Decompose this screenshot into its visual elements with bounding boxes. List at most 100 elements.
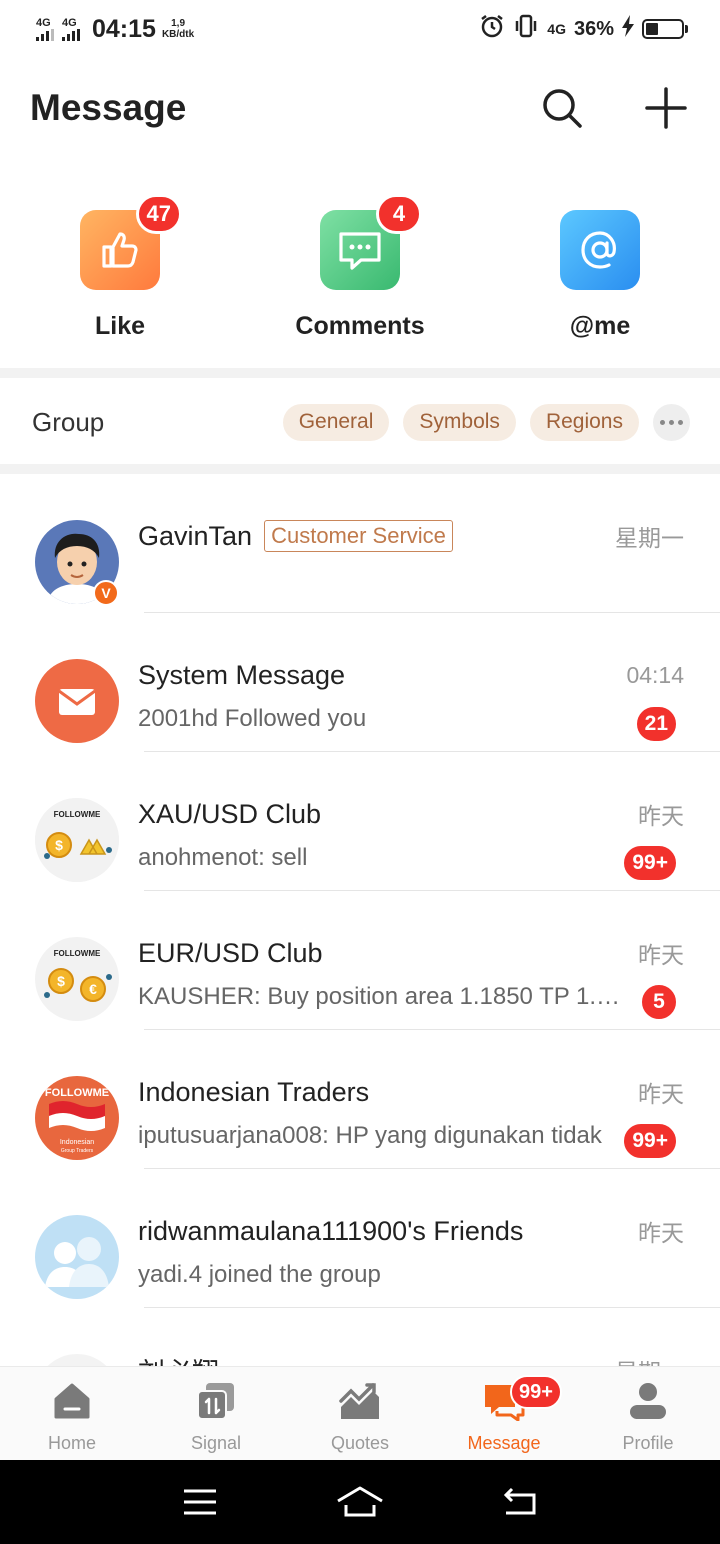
likes-category[interactable]: 47 Like — [0, 190, 240, 360]
vibrate-icon — [513, 13, 539, 45]
chart-icon — [338, 1379, 382, 1423]
conversation-time: 昨天 — [638, 803, 684, 829]
likes-label: Like — [94, 312, 146, 340]
svg-text:$: $ — [55, 837, 63, 853]
status-bar: 4G 4G 04:15 1,9 KB/dtk 4G 36% — [0, 0, 720, 58]
menu-button[interactable] — [170, 1477, 230, 1527]
avatar: FOLLOWME $ € — [35, 937, 119, 1021]
conversation-item[interactable]: FOLLOWME $ € EUR/USD Club 昨天 KAUSHER: Bu… — [0, 891, 720, 1030]
conversation-time: 昨天 — [638, 1220, 684, 1246]
svg-text:Group Traders: Group Traders — [61, 1148, 94, 1154]
unread-count-badge: 99+ — [622, 1122, 678, 1160]
section-divider — [0, 368, 720, 378]
conversation-preview: anohmenot: sell — [138, 844, 308, 871]
search-button[interactable] — [540, 86, 584, 130]
nav-label: Profile — [622, 1433, 674, 1453]
nav-label: Message — [467, 1433, 541, 1453]
page-header: Message — [0, 58, 720, 158]
chip-general[interactable]: General — [282, 403, 390, 441]
conversation-name: GavinTan — [138, 520, 253, 551]
unread-count-badge: 5 — [640, 983, 678, 1021]
conversation-item[interactable]: FOLLOWME $ XAU/USD Club 昨天 anohmenot: se… — [0, 752, 720, 891]
nav-label: Signal — [190, 1433, 242, 1453]
add-button[interactable] — [644, 86, 688, 130]
conversation-name: XAU/USD Club — [138, 798, 322, 829]
at-sign-icon — [560, 210, 640, 290]
home-outline-icon — [337, 1486, 383, 1517]
conversation-time: 04:14 — [626, 661, 684, 688]
conversation-preview: yadi.4 joined the group — [138, 1261, 381, 1288]
thumbs-up-icon: 47 — [80, 194, 182, 290]
more-options-icon[interactable] — [653, 403, 690, 441]
network-type-label: 4G — [62, 16, 77, 29]
conversation-name: EUR/USD Club — [138, 937, 323, 968]
alarm-icon — [479, 13, 505, 45]
conversation-preview: 2001hd Followed you — [138, 705, 367, 732]
battery-percent: 36% — [573, 17, 614, 40]
section-divider — [0, 464, 720, 474]
page-title: Message — [30, 87, 187, 128]
conversation-preview: iputusuarjana008: HP yang digunakan tida… — [138, 1122, 602, 1149]
conversation-item[interactable]: V GavinTan Customer Service 星期一 — [0, 474, 720, 613]
signal-strength-icon-1: 4G — [36, 17, 54, 41]
conversation-name: Indonesian Traders — [138, 1076, 370, 1107]
nav-signal[interactable]: Signal — [144, 1367, 288, 1460]
svg-text:FOLLOWME: FOLLOWME — [54, 949, 101, 958]
nav-profile[interactable]: Profile — [576, 1367, 720, 1460]
conversation-time: 星期一 — [615, 1353, 684, 1366]
conversation-item[interactable]: FOLLOWME Indonesian Group Traders Indone… — [0, 1030, 720, 1169]
unread-count-badge: 21 — [634, 705, 678, 743]
signal-strength-icon-2: 4G — [62, 16, 80, 41]
comments-count-badge: 4 — [376, 194, 422, 234]
avatar — [35, 1215, 119, 1299]
comments-category[interactable]: 4 Comments — [240, 190, 480, 360]
search-icon — [543, 89, 582, 128]
home-button[interactable] — [330, 1477, 390, 1527]
conversation-name: 刘必翔 — [138, 1351, 219, 1367]
nav-label: Home — [47, 1433, 96, 1453]
conversation-preview: KAUSHER: Buy position area 1.1850 TP 1.1… — [138, 983, 632, 1010]
mentions-category[interactable]: @me — [480, 190, 720, 360]
speed-value: 1,9 — [171, 18, 186, 29]
svg-text:$: $ — [57, 973, 65, 989]
home-icon — [50, 1379, 94, 1423]
avatar — [35, 1354, 119, 1366]
bottom-navigation: Home Signal Quotes 99+ Message Profile — [0, 1366, 720, 1460]
conversation-time: 星期一 — [615, 525, 684, 551]
back-icon — [503, 1487, 536, 1515]
status-clock: 04:15 — [92, 14, 156, 43]
conversation-name: System Message — [138, 659, 346, 690]
menu-icon — [184, 1489, 216, 1515]
avatar: FOLLOWME $ — [35, 798, 119, 882]
group-filter-bar: Group General Symbols Regions — [0, 378, 720, 466]
chip-symbols[interactable]: Symbols — [403, 403, 516, 441]
likes-count-badge: 47 — [135, 194, 182, 234]
charging-icon — [622, 15, 634, 43]
message-count-badge: 99+ — [510, 1375, 562, 1409]
svg-text:€: € — [89, 981, 97, 997]
unread-count-badge: 99+ — [622, 844, 678, 882]
customer-service-tag: Customer Service — [264, 520, 453, 552]
svg-text:Indonesian: Indonesian — [60, 1139, 94, 1146]
comment-bubble-icon: 4 — [320, 194, 422, 290]
nav-home[interactable]: Home — [0, 1367, 144, 1460]
group-label: Group — [32, 406, 105, 437]
avatar: FOLLOWME Indonesian Group Traders — [35, 1076, 119, 1160]
conversation-item[interactable]: System Message 04:14 2001hd Followed you… — [0, 613, 720, 752]
conversation-item[interactable]: ridwanmaulana111900's Friends 昨天 yadi.4 … — [0, 1169, 720, 1308]
chip-regions[interactable]: Regions — [529, 403, 639, 441]
nav-message[interactable]: 99+ Message — [432, 1367, 576, 1460]
conversation-item[interactable]: 刘必翔 星期一 — [0, 1308, 720, 1366]
comments-label: Comments — [295, 312, 425, 340]
verified-badge-icon: V — [93, 580, 119, 606]
nav-label: Quotes — [330, 1433, 390, 1453]
back-button[interactable] — [490, 1477, 550, 1527]
mentions-label: @me — [569, 312, 631, 340]
battery-icon — [642, 19, 688, 39]
nav-quotes[interactable]: Quotes — [288, 1367, 432, 1460]
network-speed: 1,9 KB/dtk — [162, 18, 194, 40]
signal-copy-icon — [194, 1379, 238, 1423]
network-type-3: 4G — [547, 21, 566, 37]
notification-categories: 47 Like 4 Comments @me — [0, 190, 720, 360]
speed-unit: KB/dtk — [161, 29, 195, 40]
